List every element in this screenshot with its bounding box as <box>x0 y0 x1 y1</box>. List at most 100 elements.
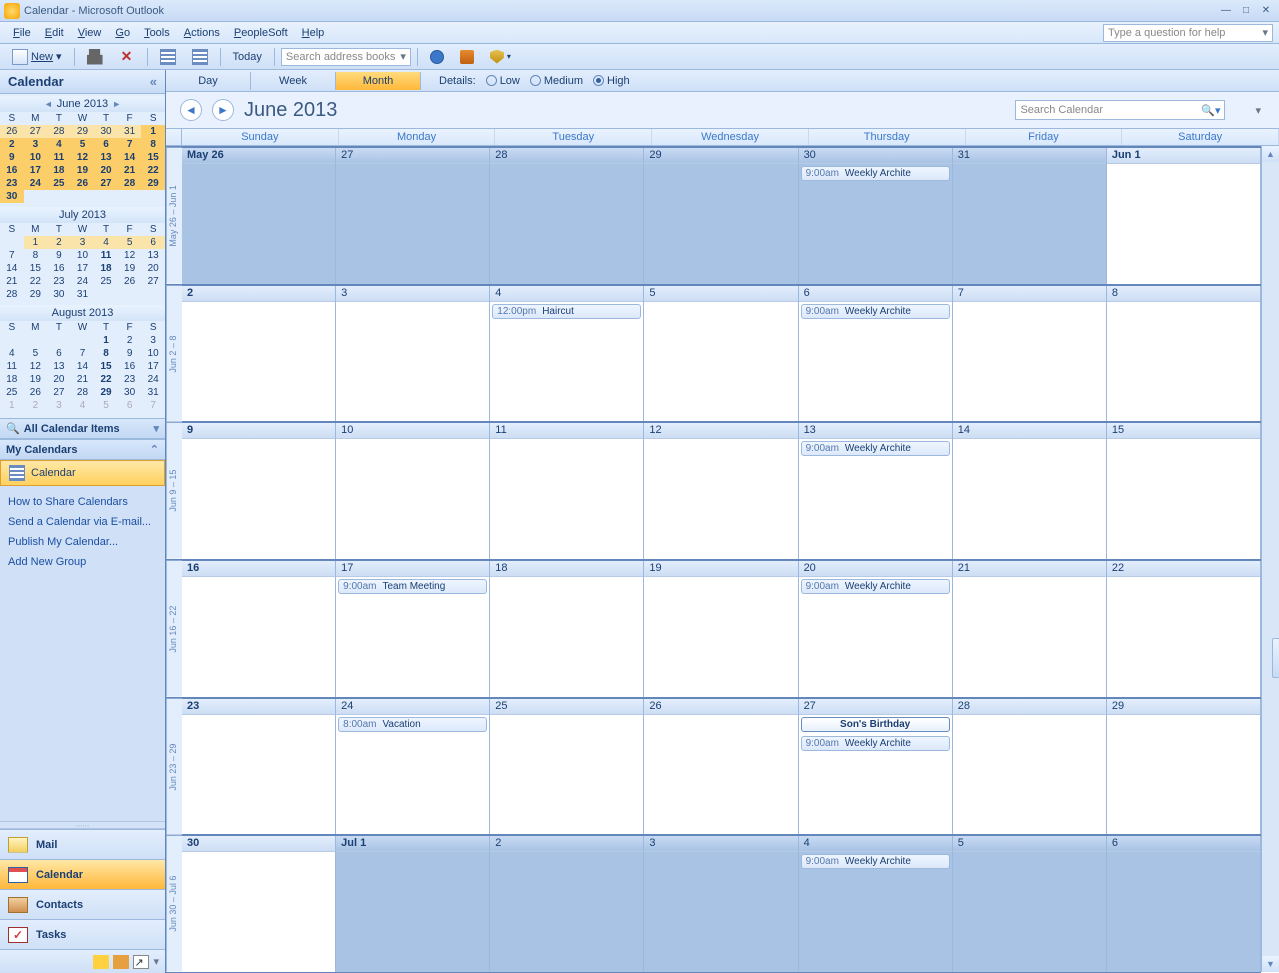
day-cell[interactable]: 3 <box>644 836 798 972</box>
day-cell[interactable]: 22 <box>1107 561 1261 697</box>
menu-peoplesoft[interactable]: PeopleSoft <box>227 25 295 41</box>
day-cell[interactable]: 21 <box>953 561 1107 697</box>
contacts-button[interactable] <box>454 47 480 67</box>
day-cell[interactable]: Jun 1 <box>1107 148 1261 284</box>
day-cell[interactable]: 412:00pmHaircut <box>490 286 644 422</box>
day-cell[interactable]: 7 <box>953 286 1107 422</box>
prev-month-icon[interactable]: ◄ <box>44 99 53 109</box>
grid-button[interactable] <box>154 46 182 68</box>
nav-link[interactable]: Publish My Calendar... <box>8 532 157 552</box>
day-cell[interactable]: 15 <box>1107 423 1261 559</box>
menu-edit[interactable]: Edit <box>38 25 71 41</box>
nav-button-tasks[interactable]: Tasks <box>0 919 165 949</box>
next-button[interactable]: ► <box>212 99 234 121</box>
menu-file[interactable]: File <box>6 25 38 41</box>
day-cell[interactable]: 23 <box>182 699 336 835</box>
nav-link[interactable]: Add New Group <box>8 552 157 572</box>
week-gutter[interactable]: Jun 9 – 15 <box>166 423 182 559</box>
menu-go[interactable]: Go <box>108 25 137 41</box>
day-cell[interactable]: 69:00amWeekly Archite <box>799 286 953 422</box>
day-cell[interactable]: 28 <box>490 148 644 284</box>
scroll-down[interactable]: ▼ <box>1262 956 1279 972</box>
day-cell[interactable]: 29 <box>1107 699 1261 835</box>
menu-help[interactable]: Help <box>295 25 332 41</box>
event[interactable]: Son's Birthday <box>801 717 950 732</box>
event[interactable]: 9:00amWeekly Archite <box>801 736 950 751</box>
new-button[interactable]: New ▾ <box>6 46 68 68</box>
help-button[interactable] <box>424 47 450 67</box>
print-button[interactable] <box>81 46 109 68</box>
help-search-box[interactable]: Type a question for help ▾ <box>1103 24 1273 42</box>
day-cell[interactable]: 179:00amTeam Meeting <box>336 561 490 697</box>
week-gutter[interactable]: Jun 30 – Jul 6 <box>166 836 182 972</box>
day-cell[interactable]: 5 <box>644 286 798 422</box>
day-cell[interactable]: 26 <box>644 699 798 835</box>
event[interactable]: 9:00amWeekly Archite <box>801 854 950 869</box>
overflow-icon[interactable]: ▾ <box>153 955 159 968</box>
nav-link[interactable]: How to Share Calendars <box>8 492 157 512</box>
notes-icon[interactable] <box>93 955 109 969</box>
day-cell[interactable]: 29 <box>644 148 798 284</box>
week-gutter[interactable]: May 26 – Jun 1 <box>166 148 182 284</box>
scroll-up[interactable]: ▲ <box>1262 146 1279 162</box>
day-cell[interactable]: May 26 <box>182 148 336 284</box>
day-cell[interactable]: 11 <box>490 423 644 559</box>
day-cell[interactable]: 139:00amWeekly Archite <box>799 423 953 559</box>
day-cell[interactable]: 30 <box>182 836 336 972</box>
menu-tools[interactable]: Tools <box>137 25 177 41</box>
view-tab-month[interactable]: Month <box>336 72 421 90</box>
vertical-scrollbar[interactable]: ▲ ▼ <box>1261 146 1279 972</box>
close-button[interactable]: ✕ <box>1257 4 1275 18</box>
nav-button-contacts[interactable]: Contacts <box>0 889 165 919</box>
minimize-button[interactable]: ― <box>1217 4 1235 18</box>
details-low[interactable]: Low <box>486 75 520 87</box>
day-cell[interactable]: 2 <box>182 286 336 422</box>
calendar-search[interactable]: Search Calendar 🔍▾ <box>1015 100 1225 120</box>
grid2-button[interactable] <box>186 46 214 68</box>
day-cell[interactable]: 5 <box>953 836 1107 972</box>
week-gutter[interactable]: Jun 2 – 8 <box>166 286 182 422</box>
day-cell[interactable]: 25 <box>490 699 644 835</box>
prev-button[interactable]: ◄ <box>180 99 202 121</box>
gripper[interactable]: ∙∙∙∙∙∙ <box>0 821 165 829</box>
menu-actions[interactable]: Actions <box>177 25 227 41</box>
day-cell[interactable]: 3 <box>336 286 490 422</box>
week-gutter[interactable]: Jun 23 – 29 <box>166 699 182 835</box>
details-medium[interactable]: Medium <box>530 75 583 87</box>
day-cell[interactable]: 31 <box>953 148 1107 284</box>
view-tab-day[interactable]: Day <box>166 72 251 90</box>
nav-button-calendar[interactable]: Calendar <box>0 859 165 889</box>
address-book-search[interactable]: Search address books ▾ <box>281 48 411 66</box>
delete-button[interactable]: ✕ <box>113 46 141 68</box>
my-calendars-header[interactable]: My Calendars ⌃ <box>0 439 165 460</box>
day-cell[interactable]: 10 <box>336 423 490 559</box>
day-cell[interactable]: 12 <box>644 423 798 559</box>
scroll-thumb[interactable] <box>1272 638 1279 678</box>
menu-view[interactable]: View <box>71 25 109 41</box>
today-button[interactable]: Today <box>227 48 268 66</box>
options-icon[interactable]: ▾ <box>1255 104 1261 117</box>
calendar-item[interactable]: Calendar <box>0 460 165 486</box>
day-cell[interactable]: 49:00amWeekly Archite <box>799 836 953 972</box>
day-cell[interactable]: 209:00amWeekly Archite <box>799 561 953 697</box>
next-month-icon[interactable]: ► <box>112 99 121 109</box>
shield-button[interactable]: ▾ <box>484 47 517 67</box>
day-cell[interactable]: Jul 1 <box>336 836 490 972</box>
day-cell[interactable]: 9 <box>182 423 336 559</box>
collapse-icon[interactable]: « <box>150 74 157 89</box>
all-calendar-items[interactable]: 🔍 All Calendar Items ▾ <box>0 418 165 439</box>
event[interactable]: 9:00amWeekly Archite <box>801 441 950 456</box>
day-cell[interactable]: 6 <box>1107 836 1261 972</box>
day-cell[interactable]: 27Son's Birthday9:00amWeekly Archite <box>799 699 953 835</box>
day-cell[interactable]: 16 <box>182 561 336 697</box>
day-cell[interactable]: 8 <box>1107 286 1261 422</box>
event[interactable]: 8:00amVacation <box>338 717 487 732</box>
shortcut-icon[interactable]: ↗ <box>133 955 149 969</box>
maximize-button[interactable]: □ <box>1237 4 1255 18</box>
nav-link[interactable]: Send a Calendar via E-mail... <box>8 512 157 532</box>
day-cell[interactable]: 27 <box>336 148 490 284</box>
day-cell[interactable]: 2 <box>490 836 644 972</box>
event[interactable]: 9:00amWeekly Archite <box>801 579 950 594</box>
nav-button-mail[interactable]: Mail <box>0 829 165 859</box>
view-tab-week[interactable]: Week <box>251 72 336 90</box>
